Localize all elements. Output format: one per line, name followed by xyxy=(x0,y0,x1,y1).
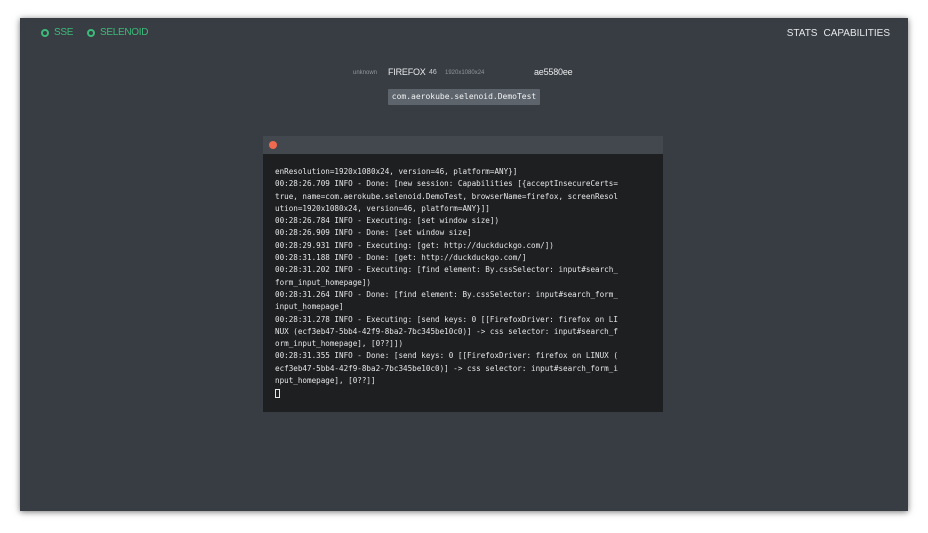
log-line: input_homepage] xyxy=(275,302,344,312)
log-line: enResolution=1920x1080x24, version=46, p… xyxy=(275,167,518,176)
log-line: 00:28:31.355 INFO - Done: [send keys: 0 … xyxy=(275,351,618,361)
log-line: ution=1920x1080x24, version=46, platform… xyxy=(275,203,490,213)
terminal-cursor[interactable] xyxy=(275,389,280,399)
log-line: 00:28:26.709 INFO - Done: [new session: … xyxy=(275,179,618,189)
log-line: 00:28:26.784 INFO - Executing: [set wind… xyxy=(275,216,500,226)
session-unknown-label: unknown xyxy=(353,70,378,76)
log-line: NUX (ecf3eb47-5bb4-42f9-8ba2-7bc345be10c… xyxy=(275,326,618,336)
selenoid-status: SELENOID xyxy=(87,27,148,38)
log-line: 00:28:31.264 INFO - Done: [find element:… xyxy=(275,289,618,299)
log-console: enResolution=1920x1080x24, version=46, p… xyxy=(263,136,663,412)
log-line: ecf3eb47-5bb4-42f9-8ba2-7bc345be10c0)] -… xyxy=(275,363,618,373)
close-icon[interactable] xyxy=(269,141,277,149)
log-line: 00:28:31.202 INFO - Executing: [find ele… xyxy=(275,265,618,275)
log-line: nput_homepage], [0??]] xyxy=(275,376,376,386)
session-screen-resolution: 1920x1080x24 xyxy=(445,70,485,76)
log-line: form_input_homepage]) xyxy=(275,277,372,287)
sse-status: SSE xyxy=(41,27,73,38)
log-line: 00:28:29.931 INFO - Executing: [get: htt… xyxy=(275,240,554,250)
session-browser-name: FIREFOX xyxy=(388,67,426,77)
selenoid-status-indicator-icon xyxy=(87,28,95,37)
sse-status-label: SSE xyxy=(54,27,74,38)
log-line: 00:28:26.909 INFO - Done: [set window si… xyxy=(275,228,472,238)
session-info: unknown FIREFOX 46 1920x1080x24 ae5580ee xyxy=(20,67,908,81)
test-name-badge: com.aerokube.selenoid.DemoTest xyxy=(388,89,540,105)
main-nav: STATS CAPABILITIES xyxy=(787,28,890,39)
log-line: true, name=com.aerokube.selenoid.DemoTes… xyxy=(275,191,618,201)
nav-capabilities-link[interactable]: CAPABILITIES xyxy=(823,28,890,39)
log-output: enResolution=1920x1080x24, version=46, p… xyxy=(275,166,655,399)
log-line: 00:28:31.188 INFO - Done: [get: http://d… xyxy=(275,253,527,263)
selenoid-status-label: SELENOID xyxy=(100,27,149,38)
log-console-titlebar xyxy=(263,136,663,154)
session-browser-version: 46 xyxy=(429,69,437,76)
nav-stats-link[interactable]: STATS xyxy=(787,28,818,39)
top-bar: SSE SELENOID STATS CAPABILITIES xyxy=(20,18,908,50)
selenoid-ui-window: SSE SELENOID STATS CAPABILITIES unknown … xyxy=(20,18,908,511)
log-line: orm_input_homepage], [0??]]) xyxy=(275,339,404,349)
sse-status-indicator-icon xyxy=(41,28,49,37)
session-id: ae5580ee xyxy=(534,67,573,77)
log-line: 00:28:31.278 INFO - Executing: [send key… xyxy=(275,314,618,324)
